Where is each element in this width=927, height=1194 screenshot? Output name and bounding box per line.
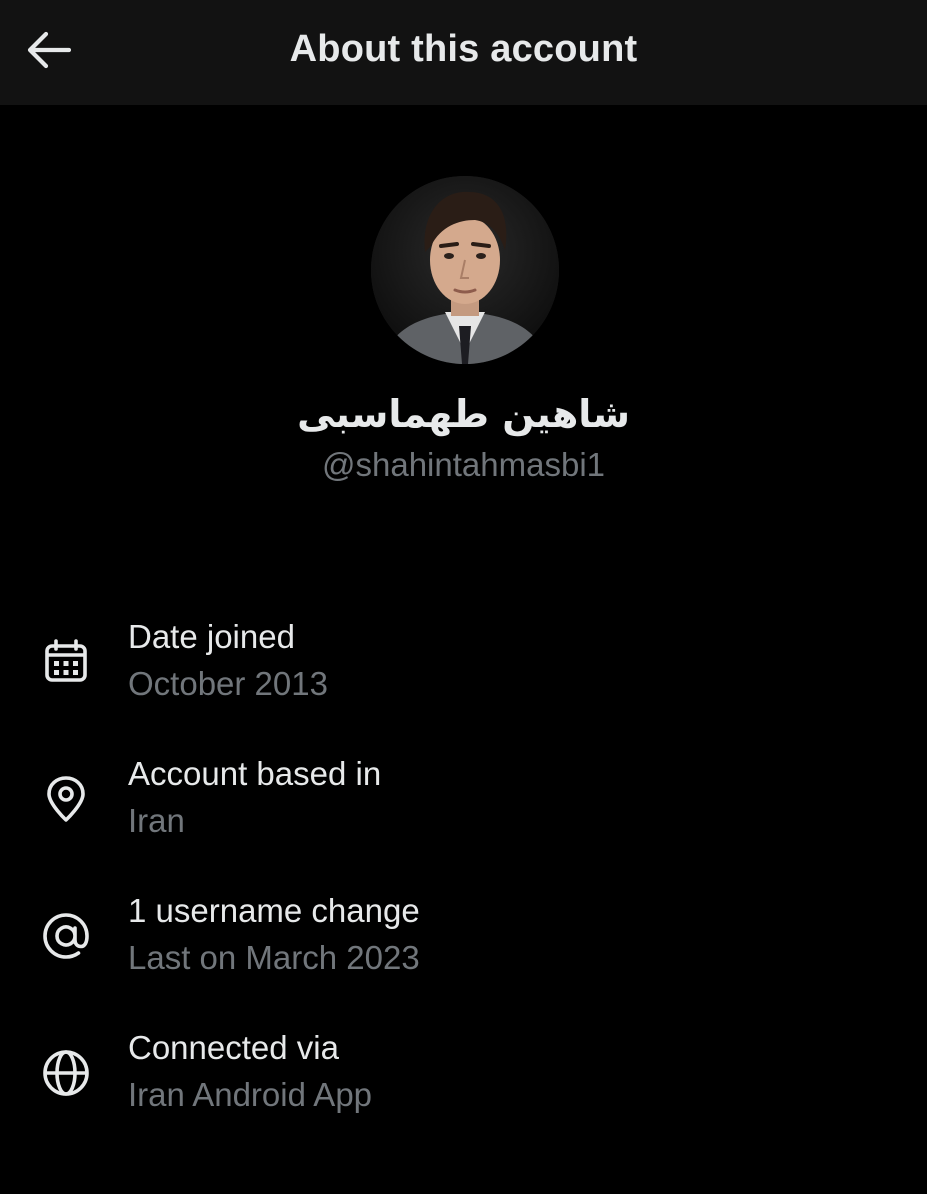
avatar[interactable] <box>371 176 559 364</box>
info-row-connected-via: Connected via Iran Android App <box>0 1029 927 1139</box>
username-change-label: 1 username change <box>128 892 420 929</box>
display-name: شاهین طهماسبی <box>297 392 630 436</box>
connected-via-value: Iran Android App <box>128 1076 373 1113</box>
info-row-account-based-in: Account based in Iran <box>0 755 927 865</box>
username-change-value: Last on March 2023 <box>128 939 420 976</box>
top-bar: About this account <box>0 0 927 105</box>
globe-icon <box>36 1043 96 1103</box>
page-title: About this account <box>289 28 638 70</box>
at-sign-icon <box>36 906 96 966</box>
info-row-username-change: 1 username change Last on March 2023 <box>0 892 927 1002</box>
profile-photo <box>371 176 559 364</box>
username-handle: @shahintahmasbi1 <box>322 446 605 483</box>
location-pin-icon <box>36 769 96 829</box>
date-joined-value: October 2013 <box>128 665 328 702</box>
account-based-in-value: Iran <box>128 802 185 839</box>
date-joined-label: Date joined <box>128 618 295 655</box>
info-row-date-joined: Date joined October 2013 <box>0 618 927 728</box>
account-based-in-label: Account based in <box>128 755 382 792</box>
connected-via-label: Connected via <box>128 1029 339 1066</box>
calendar-icon <box>36 632 96 692</box>
